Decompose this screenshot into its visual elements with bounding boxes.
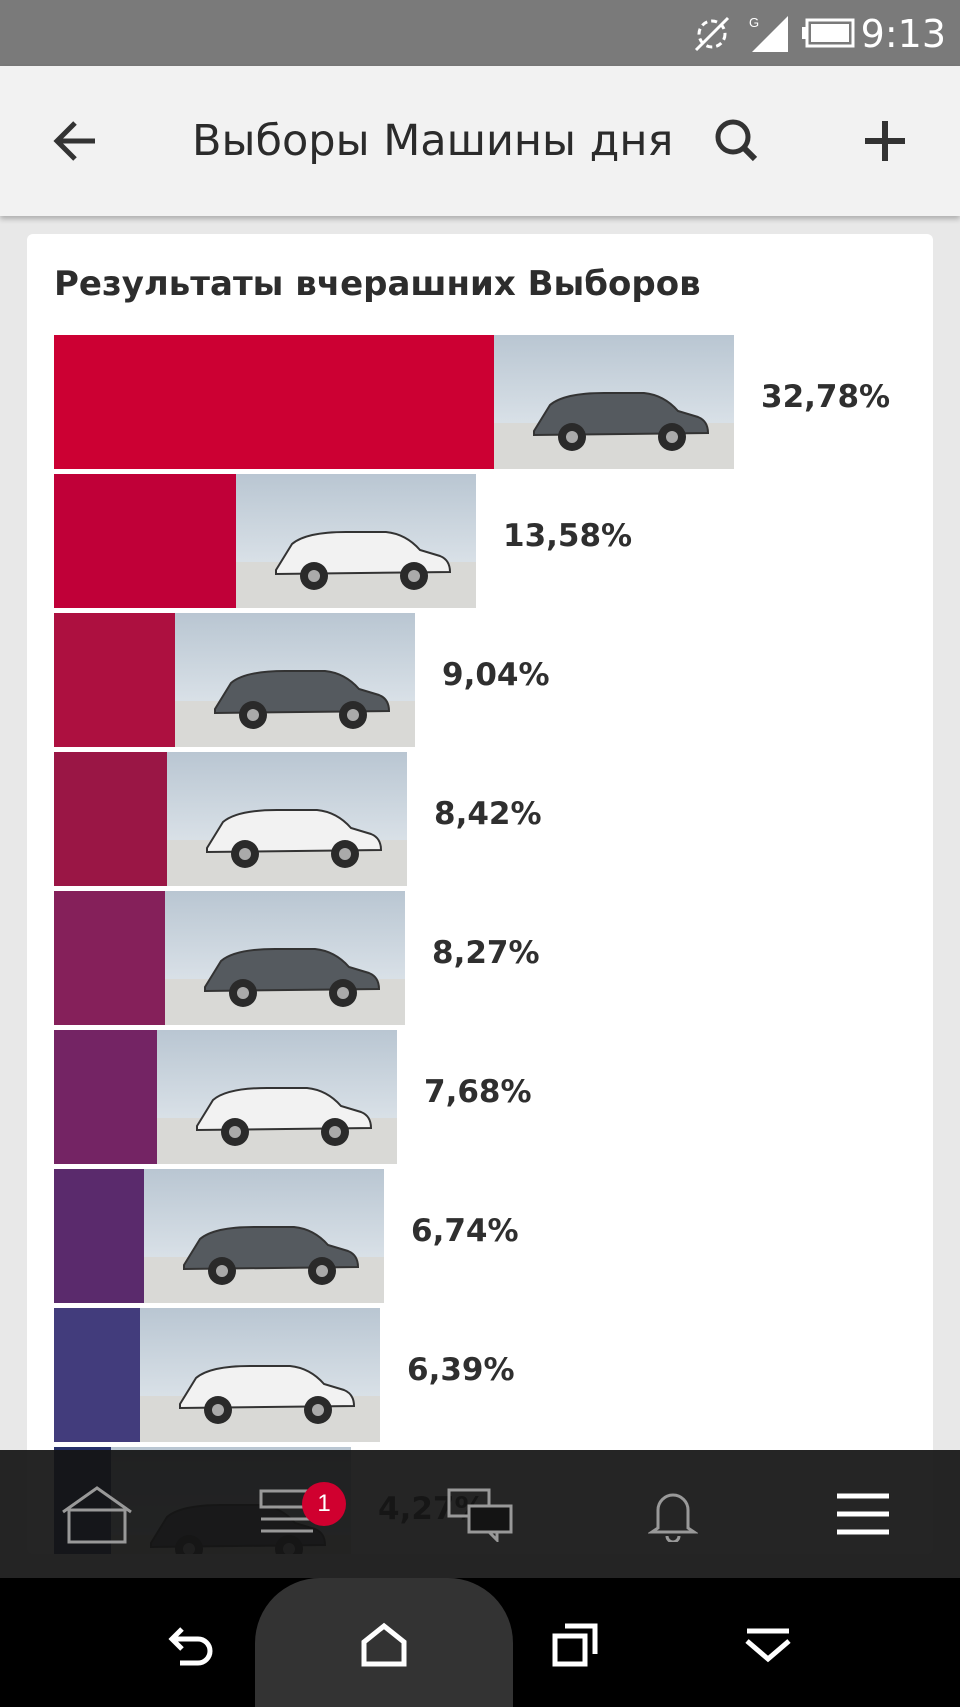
back-button[interactable]: [40, 106, 110, 176]
no-sync-icon: [690, 14, 734, 59]
nav-menu[interactable]: [788, 1450, 938, 1578]
result-row[interactable]: 32,78%: [54, 335, 890, 469]
result-percent: 8,27%: [432, 935, 540, 971]
result-bar: [54, 1030, 157, 1164]
bottom-nav: 1: [0, 1450, 960, 1578]
system-home-button[interactable]: [339, 1600, 429, 1690]
car-photo: [175, 613, 415, 747]
car-photo: [140, 1308, 380, 1442]
signal-icon: G: [748, 14, 792, 59]
car-photo: [167, 752, 407, 886]
system-hide-keyboard-button[interactable]: [723, 1600, 813, 1690]
nav-feed[interactable]: 1: [212, 1450, 362, 1578]
notification-badge: 1: [302, 1482, 346, 1526]
result-bar: [54, 752, 167, 886]
results-heading: Результаты вчерашних Выборов: [54, 264, 701, 304]
result-bar: [54, 335, 494, 469]
nav-notifications[interactable]: [598, 1450, 748, 1578]
nav-home[interactable]: [22, 1450, 172, 1578]
result-bar: [54, 891, 165, 1025]
result-row[interactable]: 8,42%: [54, 752, 547, 886]
undo-icon: [168, 1627, 213, 1666]
nav-messages[interactable]: [405, 1450, 555, 1578]
result-row[interactable]: 6,74%: [54, 1169, 524, 1303]
system-nav-bar: [0, 1578, 960, 1707]
result-percent: 32,78%: [761, 379, 891, 415]
result-row[interactable]: 6,39%: [54, 1308, 520, 1442]
clock: 9:13: [860, 12, 946, 56]
result-percent: 8,42%: [434, 796, 542, 832]
hamburger-icon: [837, 1493, 889, 1535]
result-percent: 6,39%: [407, 1352, 515, 1388]
result-bar: [54, 1308, 140, 1442]
search-button[interactable]: [702, 106, 772, 176]
bell-icon: [648, 1493, 698, 1542]
result-percent: 7,68%: [424, 1074, 532, 1110]
car-photo: [236, 474, 476, 608]
car-photo: [157, 1030, 397, 1164]
app-bar: Выборы Машины дня: [0, 66, 960, 216]
home-icon: [62, 1486, 132, 1544]
system-recents-button[interactable]: [530, 1600, 620, 1690]
result-bar: [54, 1169, 144, 1303]
result-bar: [54, 474, 236, 608]
page-title: Выборы Машины дня: [192, 116, 674, 166]
status-bar: G 9:13: [0, 0, 960, 66]
result-row[interactable]: 7,68%: [54, 1030, 537, 1164]
result-percent: 13,58%: [503, 518, 633, 554]
plus-icon: [865, 121, 905, 161]
result-row[interactable]: 8,27%: [54, 891, 545, 1025]
search-icon: [715, 119, 758, 162]
car-photo: [165, 891, 405, 1025]
recents-icon: [552, 1623, 598, 1667]
network-type: G: [749, 15, 759, 30]
result-row[interactable]: 9,04%: [54, 613, 555, 747]
result-row[interactable]: 13,58%: [54, 474, 632, 608]
result-percent: 6,74%: [411, 1213, 519, 1249]
system-back-button[interactable]: [148, 1600, 238, 1690]
result-bar: [54, 613, 175, 747]
battery-icon: [802, 18, 856, 53]
chat-icon: [447, 1488, 513, 1542]
add-button[interactable]: [850, 106, 920, 176]
results-card: Результаты вчерашних Выборов 32,78% 13,58…: [27, 234, 933, 1554]
car-photo: [494, 335, 734, 469]
chevron-down-icon: [745, 1628, 791, 1663]
car-photo: [144, 1169, 384, 1303]
arrow-left-icon: [53, 121, 95, 161]
house-icon: [361, 1622, 407, 1667]
result-percent: 9,04%: [442, 657, 550, 693]
